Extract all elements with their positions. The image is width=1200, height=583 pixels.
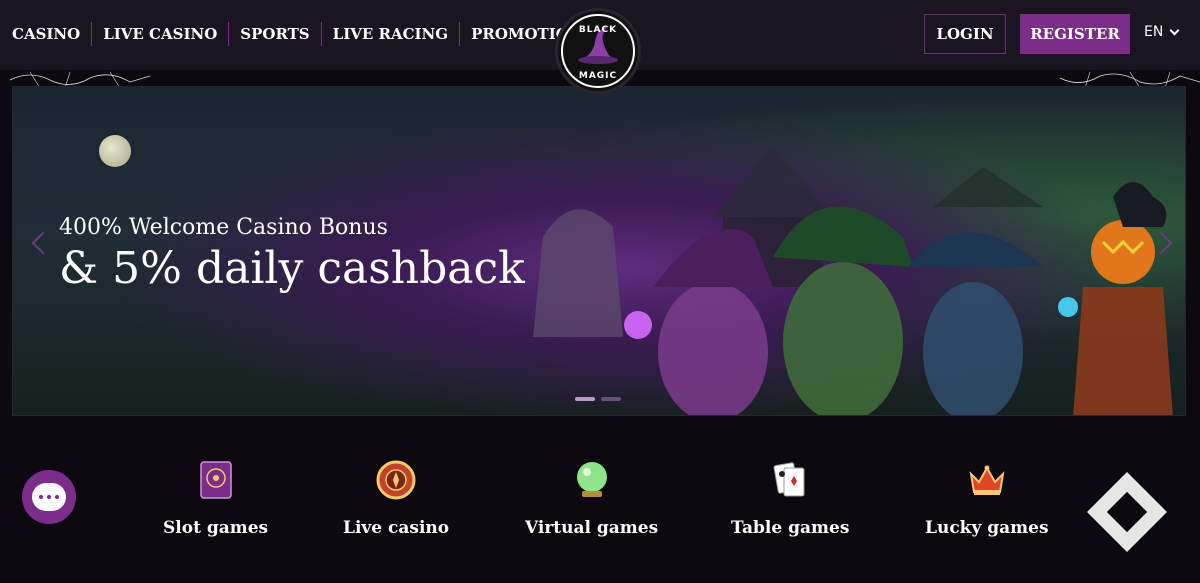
category-lucky-games[interactable]: Lucky games xyxy=(925,460,1049,538)
register-button[interactable]: REGISTER xyxy=(1020,14,1130,54)
nav-item-live-casino[interactable]: LIVE CASINO xyxy=(91,22,228,46)
brand-watermark-icon xyxy=(1087,472,1167,552)
category-label: Table games xyxy=(731,518,850,538)
category-live-casino[interactable]: Live casino xyxy=(343,460,449,538)
slot-book-icon xyxy=(196,460,236,500)
game-categories: Slot games Live casino Virtual games Tab… xyxy=(0,440,1200,583)
promo-banner[interactable]: 400% Welcome Casino Bonus & 5% daily cas… xyxy=(12,86,1186,416)
category-label: Live casino xyxy=(343,518,450,538)
logo-top-word: BLACK xyxy=(579,25,617,35)
login-button[interactable]: LOGIN xyxy=(924,14,1006,54)
roulette-chip-icon xyxy=(376,460,416,500)
main-nav: CASINO LIVE CASINO SPORTS LIVE RACING PR… xyxy=(12,0,604,68)
banner-title: & 5% daily cashback xyxy=(59,243,525,294)
witch-hat-logo-icon: BLACK MAGIC xyxy=(561,14,635,88)
carousel-dot[interactable] xyxy=(601,397,621,401)
nav-item-casino[interactable]: CASINO xyxy=(12,22,91,46)
black-magic-logo[interactable]: BLACK MAGIC xyxy=(555,8,641,94)
language-selector[interactable]: EN xyxy=(1144,24,1180,40)
nav-item-live-racing[interactable]: LIVE RACING xyxy=(320,22,459,46)
carousel-dot[interactable] xyxy=(575,397,595,401)
chevron-down-icon xyxy=(1169,25,1180,35)
language-code: EN xyxy=(1144,24,1164,40)
category-label: Lucky games xyxy=(925,518,1049,538)
category-table-games[interactable]: Table games xyxy=(731,460,849,538)
crystal-ball-icon xyxy=(572,460,612,500)
nav-item-sports[interactable]: SPORTS xyxy=(228,22,320,46)
moon-icon xyxy=(99,135,131,167)
playing-cards-icon xyxy=(770,460,810,500)
live-chat-button[interactable] xyxy=(22,470,76,524)
logo-bottom-word: MAGIC xyxy=(579,71,617,81)
category-label: Slot games xyxy=(163,518,269,538)
banner-subtitle: 400% Welcome Casino Bonus xyxy=(59,215,388,240)
category-slot-games[interactable]: Slot games xyxy=(163,460,268,538)
crown-icon xyxy=(967,460,1007,500)
carousel-dots xyxy=(575,397,621,401)
chat-bubble-icon xyxy=(32,483,66,511)
category-virtual-games[interactable]: Virtual games xyxy=(525,460,658,538)
category-label: Virtual games xyxy=(525,518,659,538)
